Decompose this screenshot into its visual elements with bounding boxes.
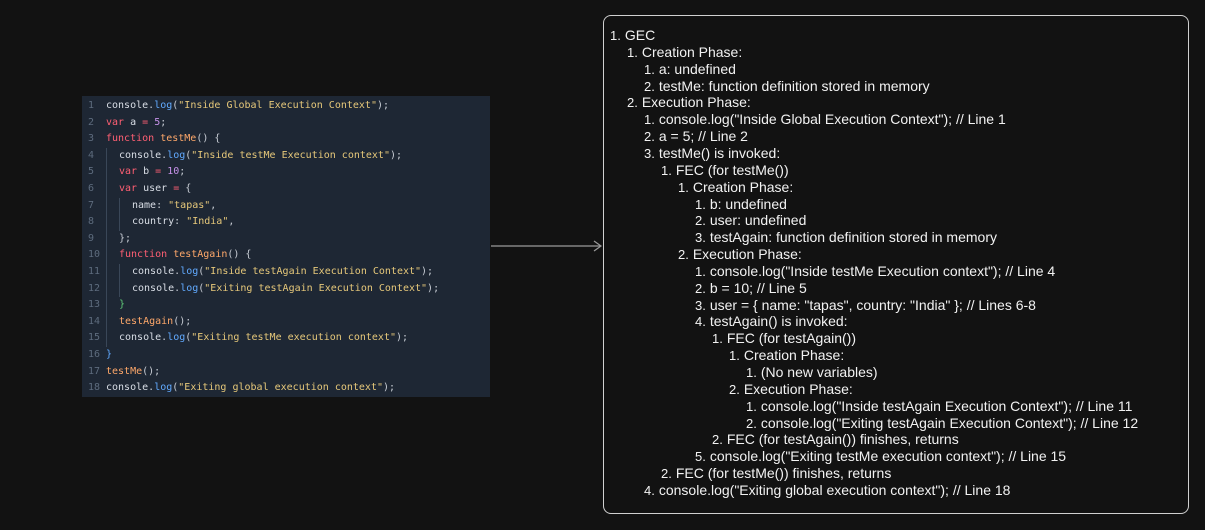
outline-text: console.log("Exiting global execution co… [658,481,1011,498]
outline-number: 1. [695,263,706,279]
outline-text: FEC (for testMe()) [675,161,789,178]
outline-text: testMe: function definition stored in me… [658,77,930,94]
outline-number: 1. [610,28,621,43]
outline-item: 1. Creation Phase: [729,347,844,364]
outline-number: 1. [661,162,672,178]
outline-number: 1. [746,398,757,414]
outline-number: 2. [678,247,689,263]
outline-item: 2. FEC (for testMe()) finishes, returns [661,465,891,482]
outline-text: Creation Phase: [743,347,845,364]
outline-item: 2. user: undefined [695,212,806,229]
outline-number: 1. [678,179,689,195]
outline-number: 1. [644,61,655,77]
outline-number: 2. [712,432,723,448]
outline-item: 2. Execution Phase: [729,381,853,398]
outline-item: 1. (No new variables) [746,364,878,381]
outline-item: 1. Creation Phase: [627,44,742,61]
outline-number: 4. [695,314,706,330]
outline-item: 1. console.log("Inside testAgain Executio… [746,398,1132,415]
outline-item: 2. FEC (for testAgain()) finishes, return… [712,431,959,448]
outline-text: b: undefined [709,195,787,212]
outline-number: 2. [729,381,740,397]
outline-text: a: undefined [658,60,736,77]
outline-item: 1. GEC [610,27,655,44]
outline-text: console.log("Inside testMe Execution con… [709,262,1056,279]
outline-text: (No new variables) [760,364,878,380]
outline-number: 2. [644,129,655,145]
outline-item: 2. b = 10; // Line 5 [695,280,807,297]
outline-number: 2. [695,280,706,296]
outline-number: 2. [644,78,655,94]
outline-text: testAgain: function definition stored in… [709,229,997,246]
outline-text: FEC (for testAgain()) [726,330,856,347]
outline-text: Execution Phase: [692,246,802,263]
outline-item: 2. testMe: function definition stored in … [644,78,930,95]
outline-number: 1. [644,112,655,128]
outline-number: 5. [695,449,706,465]
outline-text: b = 10; // Line 5 [709,279,807,296]
outline-number: 1. [712,331,723,347]
outline-number: 2. [627,95,638,111]
outline-text: GEC [624,27,656,43]
outline-text: FEC (for testAgain()) finishes, returns [726,431,959,448]
outline-text: console.log("Inside Global Execution Con… [658,111,1006,128]
outline-text: Creation Phase: [692,178,794,195]
outline-item: 1. console.log("Inside testMe Execution c… [695,263,1055,280]
outline-item: 4. console.log("Exiting global execution … [644,482,1010,499]
outline-item: 2. Execution Phase: [678,246,802,263]
outline-text: testMe() is invoked: [658,144,781,161]
outline-item: 3. user = { name: "tapas", country: "Indi… [695,297,1036,314]
outline-text: a = 5; // Line 2 [658,128,748,145]
outline-number: 1. [729,348,740,364]
outline-number: 1. [746,365,757,380]
outline-text: console.log("Inside testAgain Execution … [760,397,1133,414]
outline-item: 1. Creation Phase: [678,179,793,196]
outline-number: 3. [695,297,706,313]
outline-text: console.log("Exiting testAgain Execution… [760,414,1139,431]
outline-text: FEC (for testMe()) finishes, returns [675,465,892,482]
outline-text: user = { name: "tapas", country: "India"… [709,296,1036,313]
outline-item: 2. a = 5; // Line 2 [644,128,748,145]
outline-text: Execution Phase: [641,94,751,111]
outline-number: 3. [644,145,655,161]
outline-item: 5. console.log("Exiting testMe execution … [695,448,1066,465]
outline-item: 1. console.log("Inside Global Execution C… [644,111,1006,128]
outline-item: 1. a: undefined [644,61,736,78]
outline-text: testAgain() is invoked: [709,313,848,330]
outline-number: 2. [661,466,672,482]
outline-item: 2. Execution Phase: [627,94,751,111]
outline-item: 1. FEC (for testMe()) [661,162,789,179]
outline-item: 2. console.log("Exiting testAgain Executi… [746,415,1138,432]
outline-item: 4. testAgain() is invoked: [695,313,848,330]
outline-number: 1. [627,44,638,60]
outline-text: user: undefined [709,212,807,229]
outline-item: 1. FEC (for testAgain()) [712,330,856,347]
execution-context-outline: 1. GEC 1. Creation Phase: 1. a: undefined 2. te… [603,15,1189,514]
outline-text: Execution Phase: [743,380,853,397]
outline-item: 3. testAgain: function definition stored … [695,229,997,246]
outline-item: 1. b: undefined [695,196,787,213]
outline-number: 1. [695,196,706,212]
outline-item: 3. testMe() is invoked: [644,145,780,162]
outline-text: Creation Phase: [641,43,743,60]
outline-number: 2. [746,415,757,431]
outline-number: 4. [644,482,655,498]
outline-text: console.log("Exiting testMe execution co… [709,448,1067,465]
outline-number: 2. [695,213,706,229]
outline-number: 3. [695,230,706,246]
